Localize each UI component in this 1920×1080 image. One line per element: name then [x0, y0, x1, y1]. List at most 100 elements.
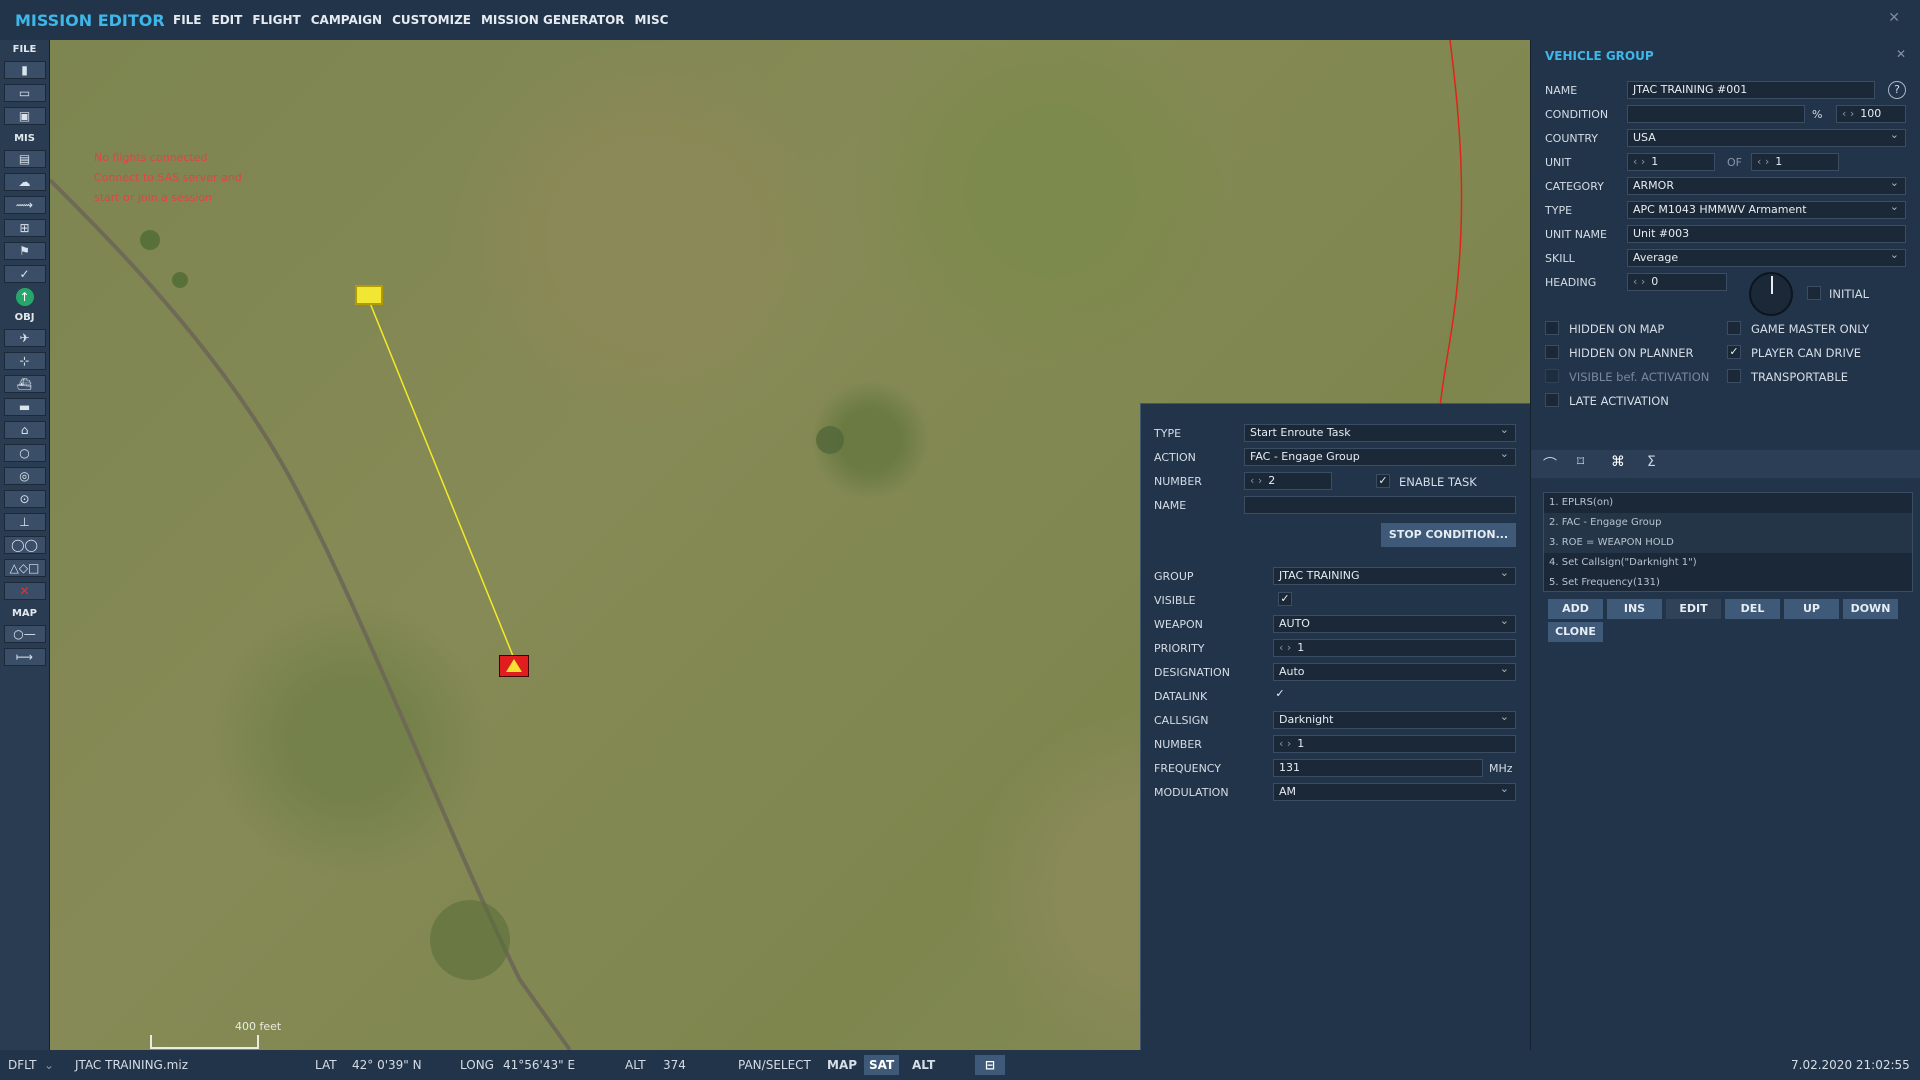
- visible-before-activation-checkbox[interactable]: [1545, 369, 1559, 383]
- altitude-view-button[interactable]: ALT: [907, 1055, 940, 1075]
- spin-arrows-icon[interactable]: ‹ ›: [1842, 107, 1854, 120]
- spin-arrows-icon[interactable]: ‹ ›: [1633, 275, 1645, 288]
- open-folder-icon[interactable]: ▭: [3, 84, 46, 102]
- helicopter-icon[interactable]: ⊹: [3, 352, 46, 370]
- stop-condition-button[interactable]: STOP CONDITION...: [1381, 523, 1516, 547]
- fly-mission-icon[interactable]: ↑: [4, 288, 46, 306]
- task-name-input[interactable]: [1244, 496, 1516, 514]
- del-button[interactable]: DEL: [1725, 599, 1780, 619]
- country-select[interactable]: USA: [1627, 129, 1906, 147]
- modulation-select[interactable]: AM: [1273, 783, 1516, 801]
- map-options-icon[interactable]: ○—: [3, 625, 46, 643]
- shapes-icon[interactable]: △◇□: [3, 559, 46, 577]
- satellite-view-button[interactable]: SAT: [864, 1055, 900, 1075]
- heading-stepper[interactable]: ‹ › 0: [1627, 273, 1727, 291]
- visible-checkbox[interactable]: ✓: [1278, 592, 1292, 606]
- list-item[interactable]: 4. Set Callsign("Darknight 1"): [1544, 553, 1912, 573]
- spin-arrows-icon[interactable]: ‹ ›: [1279, 737, 1291, 750]
- ins-button[interactable]: INS: [1607, 599, 1662, 619]
- task-list[interactable]: 1. EPLRS(on) 2. FAC - Engage Group 3. RO…: [1543, 492, 1913, 592]
- task-action-select[interactable]: FAC - Engage Group: [1244, 448, 1516, 466]
- down-button[interactable]: DOWN: [1843, 599, 1898, 619]
- clone-button[interactable]: CLONE: [1548, 622, 1603, 642]
- list-item[interactable]: 5. Set Frequency(131): [1544, 573, 1912, 591]
- list-item[interactable]: 2. FAC - Engage Group: [1544, 513, 1912, 533]
- menu-campaign[interactable]: CAMPAIGN: [311, 13, 382, 27]
- initial-checkbox[interactable]: [1807, 286, 1821, 300]
- navpoint-icon[interactable]: ⊙: [3, 490, 46, 508]
- group-select[interactable]: JTAC TRAINING: [1273, 567, 1516, 585]
- template-icon[interactable]: ○: [3, 444, 46, 462]
- jtac-waypoint-icon[interactable]: [355, 285, 383, 305]
- menu-file[interactable]: FILE: [173, 13, 202, 27]
- enable-task-checkbox[interactable]: ✓: [1376, 474, 1390, 488]
- menu-edit[interactable]: EDIT: [212, 13, 243, 27]
- save-icon[interactable]: ▣: [3, 107, 46, 125]
- unit-total-stepper[interactable]: ‹ › 1: [1751, 153, 1839, 171]
- close-icon[interactable]: ✕: [1896, 47, 1906, 61]
- category-select[interactable]: ARMOR: [1627, 177, 1906, 195]
- weapon-select[interactable]: AUTO: [1273, 615, 1516, 633]
- condition-stepper[interactable]: ‹ › 100: [1836, 105, 1906, 123]
- static-object-icon[interactable]: ⌂: [3, 421, 46, 439]
- spin-arrows-icon[interactable]: ‹ ›: [1757, 155, 1769, 168]
- farp-icon[interactable]: ⊥: [3, 513, 46, 531]
- layer-select[interactable]: DFLT: [8, 1058, 37, 1072]
- airfield-icon[interactable]: ◯◯: [3, 536, 46, 554]
- vehicle-unit-icon[interactable]: [499, 655, 529, 677]
- ship-icon[interactable]: ⛴: [3, 375, 46, 393]
- briefing-icon[interactable]: ▤: [3, 150, 46, 168]
- check-icon[interactable]: ✓: [3, 265, 46, 283]
- callsign-select[interactable]: Darknight: [1273, 711, 1516, 729]
- chevron-down-icon[interactable]: ⌄: [44, 1058, 54, 1072]
- up-button[interactable]: UP: [1784, 599, 1839, 619]
- airplane-icon[interactable]: ✈: [3, 329, 46, 347]
- spin-arrows-icon[interactable]: ‹ ›: [1250, 474, 1262, 487]
- trigger-zone-icon[interactable]: ◎: [3, 467, 46, 485]
- late-activation-checkbox[interactable]: [1545, 393, 1559, 407]
- map-settings-icon[interactable]: ⊟: [975, 1055, 1005, 1075]
- advanced-actions-tab-icon[interactable]: ⌘: [1611, 454, 1625, 470]
- goals-icon[interactable]: ⚑: [3, 242, 46, 260]
- close-icon[interactable]: ✕: [1888, 10, 1900, 26]
- task-number-stepper[interactable]: ‹ › 2: [1244, 472, 1332, 490]
- ruler-icon[interactable]: ⟼: [3, 648, 46, 666]
- datalink-checkbox[interactable]: ✓: [1273, 688, 1287, 702]
- skill-select[interactable]: Average: [1627, 249, 1906, 267]
- unit-name-input[interactable]: Unit #003: [1627, 225, 1906, 243]
- transportable-checkbox[interactable]: [1727, 369, 1741, 383]
- edit-button[interactable]: EDIT: [1666, 599, 1721, 619]
- spin-arrows-icon[interactable]: ‹ ›: [1279, 641, 1291, 654]
- heading-dial-icon[interactable]: [1749, 272, 1793, 316]
- hidden-on-map-checkbox[interactable]: [1545, 321, 1559, 335]
- add-button[interactable]: ADD: [1548, 599, 1603, 619]
- delete-icon[interactable]: ✕: [3, 582, 46, 600]
- list-item[interactable]: 3. ROE = WEAPON HOLD: [1544, 533, 1912, 553]
- map-view-button[interactable]: MAP: [822, 1055, 862, 1075]
- resource-icon[interactable]: ⊞: [3, 219, 46, 237]
- help-icon[interactable]: ?: [1888, 81, 1906, 99]
- frequency-input[interactable]: 131: [1273, 759, 1483, 777]
- condition-input[interactable]: [1627, 105, 1805, 123]
- hidden-on-planner-checkbox[interactable]: [1545, 345, 1559, 359]
- player-can-drive-checkbox[interactable]: ✓: [1727, 345, 1741, 359]
- menu-flight[interactable]: FLIGHT: [252, 13, 300, 27]
- route-tab-icon[interactable]: ⌒: [1543, 454, 1557, 474]
- new-file-icon[interactable]: ▮: [3, 61, 46, 79]
- list-item[interactable]: 1. EPLRS(on): [1544, 493, 1912, 513]
- weather-icon[interactable]: ☁: [3, 173, 46, 191]
- priority-stepper[interactable]: ‹ › 1: [1273, 639, 1516, 657]
- designation-select[interactable]: Auto: [1273, 663, 1516, 681]
- trigger-icon[interactable]: ⟿: [3, 196, 46, 214]
- summary-tab-icon[interactable]: Σ: [1647, 454, 1656, 470]
- menu-customize[interactable]: CUSTOMIZE: [392, 13, 471, 27]
- unit-stepper[interactable]: ‹ › 1: [1627, 153, 1715, 171]
- vehicle-icon[interactable]: ▬: [3, 398, 46, 416]
- spin-arrows-icon[interactable]: ‹ ›: [1633, 155, 1645, 168]
- menu-mission-generator[interactable]: MISSION GENERATOR: [481, 13, 625, 27]
- group-name-input[interactable]: JTAC TRAINING #001: [1627, 81, 1875, 99]
- task-type-select[interactable]: Start Enroute Task: [1244, 424, 1516, 442]
- game-master-only-checkbox[interactable]: [1727, 321, 1741, 335]
- menu-misc[interactable]: MISC: [635, 13, 669, 27]
- type-select[interactable]: APC M1043 HMMWV Armament: [1627, 201, 1906, 219]
